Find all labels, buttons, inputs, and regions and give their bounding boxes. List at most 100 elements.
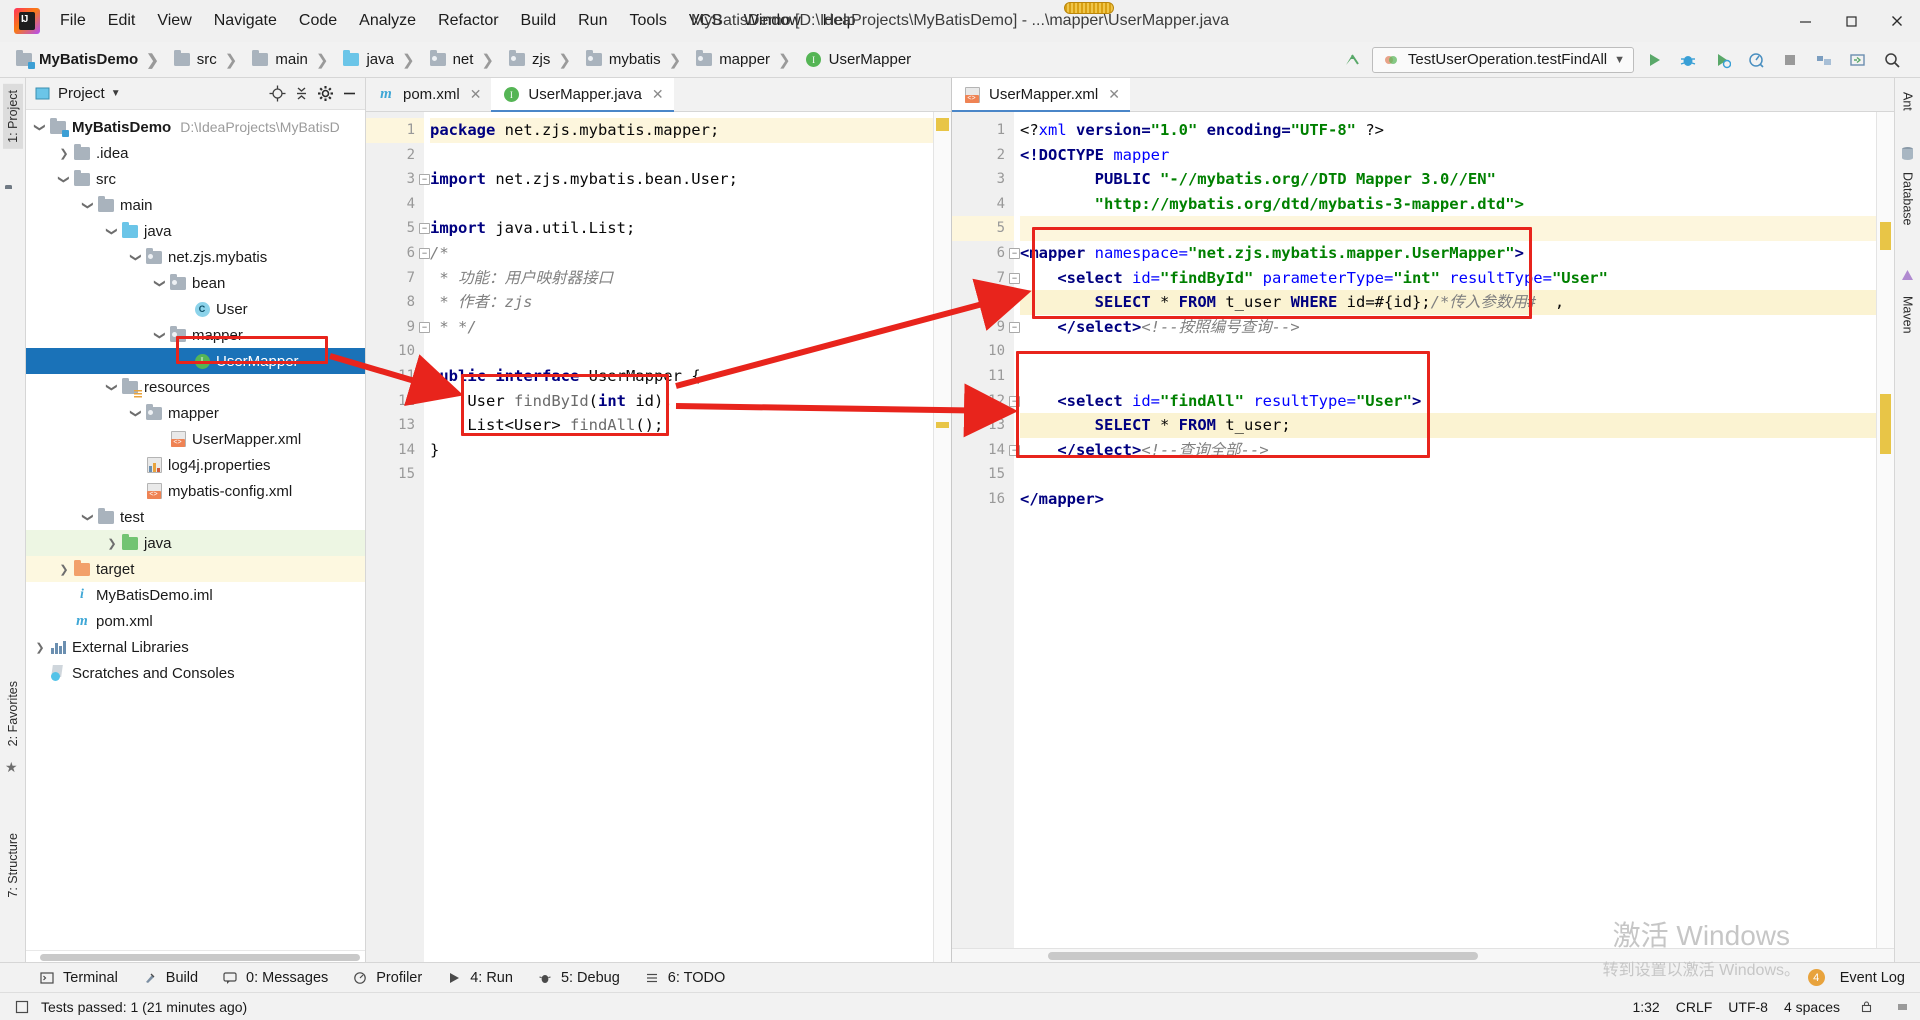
code-line[interactable]: * 功能：用户映射器接口 bbox=[430, 266, 933, 291]
code-line[interactable]: } bbox=[430, 438, 933, 463]
stripe-mark-warning-2[interactable] bbox=[936, 422, 949, 428]
code-line[interactable]: </mapper> bbox=[1020, 487, 1876, 512]
code-line[interactable] bbox=[1020, 462, 1876, 487]
maximize-button[interactable] bbox=[1828, 0, 1874, 42]
chevron-down-icon[interactable]: ▼ bbox=[111, 88, 121, 99]
code-line[interactable]: /* bbox=[430, 241, 933, 266]
tab-usermapper-xml[interactable]: <> UserMapper.xml ✕ bbox=[952, 78, 1130, 112]
tree-item-java[interactable]: ❯ java bbox=[26, 530, 365, 556]
sidebar-item-structure[interactable]: 7: Structure bbox=[3, 827, 23, 904]
code-line[interactable]: </select><!--按照编号查询--> bbox=[1020, 315, 1876, 340]
chevron-right-icon[interactable]: ❯ bbox=[56, 563, 72, 576]
code-line[interactable]: <!DOCTYPE mapper bbox=[1020, 143, 1876, 168]
editor-tabs-left[interactable]: m pom.xml ✕ I UserMapper.java ✕ bbox=[366, 78, 951, 112]
code-view-right[interactable]: 1 2 3 4 5−6−7 8−9 10 11−12 13−14 15 16 <?xml versi… bbox=[952, 112, 1894, 948]
code-line[interactable]: <mapper namespace="net.zjs.mybatis.mappe… bbox=[1020, 241, 1876, 266]
code-line[interactable]: <?xml version="1.0" encoding="UTF-8" ?> bbox=[1020, 118, 1876, 143]
caret-position[interactable]: 1:32 bbox=[1632, 999, 1659, 1015]
code-line[interactable]: <select id="findAll" resultType="User"> bbox=[1020, 389, 1876, 414]
code-line[interactable]: * 作者：zjs bbox=[430, 290, 933, 315]
tree-item-usermapper[interactable]: I UserMapper bbox=[26, 348, 365, 374]
breadcrumb-item-module[interactable]: MyBatisDemo ❯ bbox=[10, 48, 166, 72]
menu-analyze[interactable]: Analyze bbox=[349, 8, 426, 34]
menu-file[interactable]: File bbox=[50, 8, 96, 34]
make-project-icon[interactable] bbox=[1338, 47, 1366, 73]
chevron-down-icon[interactable]: ❯ bbox=[58, 171, 71, 187]
code-line[interactable]: PUBLIC "-//mybatis.org//DTD Mapper 3.0//… bbox=[1020, 167, 1876, 192]
tree-item-java[interactable]: ❯ java bbox=[26, 218, 365, 244]
code-line[interactable] bbox=[1020, 364, 1876, 389]
code-view-left[interactable]: 1 2−3 4−5−6 7 8−9 10 11 12 13 14 15 package net.zj… bbox=[366, 112, 951, 962]
search-button[interactable] bbox=[1878, 47, 1906, 73]
chevron-down-icon[interactable]: ❯ bbox=[154, 275, 167, 291]
code-content-left[interactable]: package net.zjs.mybatis.mapper; import ne… bbox=[424, 112, 933, 962]
code-line[interactable]: package net.zjs.mybatis.mapper; bbox=[430, 118, 933, 143]
tree-item-target[interactable]: ❯ target bbox=[26, 556, 365, 582]
code-line[interactable] bbox=[430, 339, 933, 364]
sidebar-item-project[interactable]: 1: Project bbox=[2, 84, 23, 149]
code-line[interactable]: import java.util.List; bbox=[430, 216, 933, 241]
breadcrumb-item-src[interactable]: src ❯ bbox=[168, 48, 245, 72]
run-button[interactable] bbox=[1640, 47, 1668, 73]
code-line[interactable]: SELECT * FROM t_user WHERE id=#{id};/*传入… bbox=[1020, 290, 1876, 315]
breadcrumb-item-usermapper[interactable]: I UserMapper bbox=[800, 48, 916, 72]
error-stripe-right[interactable] bbox=[1876, 112, 1894, 948]
menu-vcs[interactable]: VCS bbox=[679, 8, 732, 34]
menu-window[interactable]: Window bbox=[734, 8, 811, 34]
menu-code[interactable]: Code bbox=[289, 8, 347, 34]
chevron-down-icon[interactable]: ❯ bbox=[34, 119, 47, 135]
run-with-coverage-button[interactable] bbox=[1708, 47, 1736, 73]
chevron-down-icon[interactable]: ❯ bbox=[82, 509, 95, 525]
editor-tabs-right[interactable]: <> UserMapper.xml ✕ bbox=[952, 78, 1894, 112]
code-line[interactable]: import net.zjs.mybatis.bean.User; bbox=[430, 167, 933, 192]
indent-setting[interactable]: 4 spaces bbox=[1784, 999, 1840, 1015]
sidebar-item-ant[interactable]: Ant bbox=[1898, 86, 1918, 117]
debug-button[interactable] bbox=[1674, 47, 1702, 73]
profile-button[interactable] bbox=[1742, 47, 1770, 73]
tree-item-user[interactable]: C User bbox=[26, 296, 365, 322]
sidebar-item-favorites[interactable]: 2: Favorites bbox=[3, 675, 23, 752]
tree-item-net-zjs-mybatis[interactable]: ❯ net.zjs.mybatis bbox=[26, 244, 365, 270]
tool-button-profiler[interactable]: Profiler bbox=[341, 965, 431, 991]
code-line[interactable] bbox=[430, 143, 933, 168]
code-line[interactable] bbox=[430, 192, 933, 217]
breadcrumb-item-main[interactable]: main ❯ bbox=[246, 48, 335, 72]
lock-icon[interactable] bbox=[1856, 997, 1876, 1017]
tree-item-pom-xml[interactable]: m pom.xml bbox=[26, 608, 365, 634]
menu-refactor[interactable]: Refactor bbox=[428, 8, 508, 34]
tree-item-bean[interactable]: ❯ bean bbox=[26, 270, 365, 296]
code-line[interactable]: * */ bbox=[430, 315, 933, 340]
settings-gear-icon[interactable] bbox=[315, 84, 335, 104]
stripe-mark-warning-2[interactable] bbox=[1880, 394, 1891, 454]
tree-item-mapper[interactable]: ❯ mapper bbox=[26, 400, 365, 426]
tab-pom-xml[interactable]: m pom.xml ✕ bbox=[366, 78, 491, 111]
stripe-mark-warning[interactable] bbox=[1880, 222, 1891, 250]
sidebar-item-maven[interactable]: Maven bbox=[1898, 290, 1918, 340]
code-line[interactable]: <select id="findById" parameterType="int… bbox=[1020, 266, 1876, 291]
breadcrumb[interactable]: MyBatisDemo ❯ src ❯ main ❯ java ❯ net ❯ zjs ❯ bbox=[10, 48, 915, 72]
tree-item-mybatisdemo-iml[interactable]: i MyBatisDemo.iml bbox=[26, 582, 365, 608]
tree-item-main[interactable]: ❯ main bbox=[26, 192, 365, 218]
build-project-icon[interactable] bbox=[1810, 47, 1838, 73]
tool-button-debug[interactable]: 5: Debug bbox=[526, 965, 629, 991]
tree-item-mapper[interactable]: ❯ mapper bbox=[26, 322, 365, 348]
breadcrumb-item-zjs[interactable]: zjs ❯ bbox=[503, 48, 578, 72]
code-line[interactable]: User findById(int id); bbox=[430, 389, 933, 414]
tree-item-idea[interactable]: ❯ .idea bbox=[26, 140, 365, 166]
tool-button-build[interactable]: Build bbox=[131, 965, 207, 991]
tree-item-usermapper-xml[interactable]: <> UserMapper.xml bbox=[26, 426, 365, 452]
tree-item-mybatis-config-xml[interactable]: <> mybatis-config.xml bbox=[26, 478, 365, 504]
code-line[interactable]: "http://mybatis.org/dtd/mybatis-3-mapper… bbox=[1020, 192, 1876, 217]
collapse-all-icon[interactable] bbox=[291, 84, 311, 104]
menu-help[interactable]: Help bbox=[813, 8, 866, 34]
code-line[interactable] bbox=[430, 462, 933, 487]
tool-button-event-log[interactable]: Event Log bbox=[1831, 967, 1914, 989]
tree-item-test[interactable]: ❯ test bbox=[26, 504, 365, 530]
stripe-mark-warning[interactable] bbox=[936, 118, 949, 131]
line-number-gutter-right[interactable]: 1 2 3 4 5−6−7 8−9 10 11−12 13−14 15 16 bbox=[952, 112, 1020, 948]
chevron-right-icon[interactable]: ❯ bbox=[104, 537, 120, 550]
tool-button-messages[interactable]: 0: Messages bbox=[211, 965, 337, 991]
tree-item-log4j-properties[interactable]: log4j.properties bbox=[26, 452, 365, 478]
close-icon[interactable]: ✕ bbox=[652, 86, 664, 103]
tree-item-src[interactable]: ❯ src bbox=[26, 166, 365, 192]
